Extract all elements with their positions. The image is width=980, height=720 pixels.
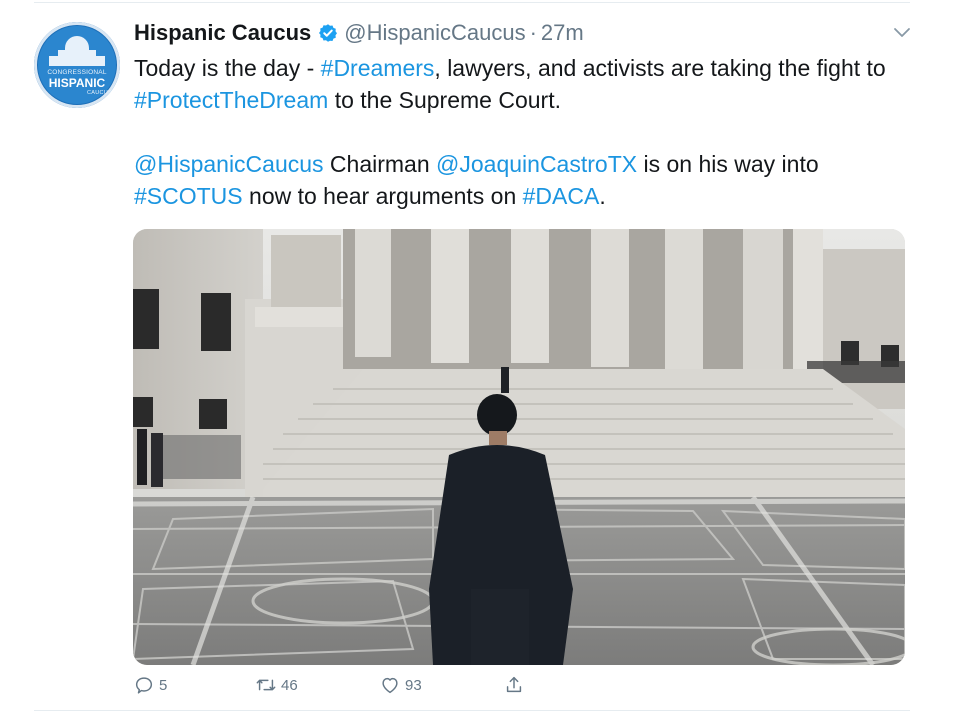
retweet-count: 46 <box>281 676 298 694</box>
tweet-paragraph: @HispanicCaucus Chairman @JoaquinCastroT… <box>134 148 914 212</box>
mention-joaquin-castro[interactable]: @JoaquinCastroTX <box>436 151 637 177</box>
timestamp[interactable]: 27m <box>541 20 584 46</box>
avatar-text-line2: HISPANIC <box>48 76 106 90</box>
share-button[interactable] <box>503 670 529 700</box>
chevron-down-icon[interactable] <box>893 26 911 40</box>
tweet-page: CONGRESSIONAL HISPANIC CAUCUS Hispanic C… <box>0 0 980 720</box>
text-segment: Chairman <box>323 151 437 177</box>
reply-button[interactable]: 5 <box>133 670 167 700</box>
mention-hispanic-caucus[interactable]: @HispanicCaucus <box>134 151 324 177</box>
divider-bottom <box>34 710 910 711</box>
tweet-body: Today is the day - #Dreamers, lawyers, a… <box>134 52 914 212</box>
display-name[interactable]: Hispanic Caucus <box>134 20 311 46</box>
text-segment: Today is the day - <box>134 55 321 81</box>
divider-top <box>34 2 910 3</box>
capitol-wing <box>49 56 105 66</box>
retweet-icon <box>256 679 276 691</box>
hashtag-protect-the-dream[interactable]: #ProtectTheDream <box>134 87 328 113</box>
avatar-text-line1: CONGRESSIONAL <box>47 69 107 76</box>
tweet-header: Hispanic Caucus @HispanicCaucus · 27m <box>134 18 584 48</box>
separator-dot: · <box>529 20 537 45</box>
hashtag-dreamers[interactable]: #Dreamers <box>321 55 435 81</box>
like-count: 93 <box>405 676 422 694</box>
share-icon <box>506 676 522 693</box>
tweet-paragraph: Today is the day - #Dreamers, lawyers, a… <box>134 52 914 116</box>
hashtag-scotus[interactable]: #SCOTUS <box>134 183 243 209</box>
user-handle[interactable]: @HispanicCaucus <box>344 20 525 46</box>
heart-icon <box>382 677 398 694</box>
supreme-court-steps-photo <box>133 229 905 665</box>
avatar-text-line3: CAUCUS <box>86 90 112 96</box>
reply-count: 5 <box>159 676 168 694</box>
text-segment: . <box>599 183 606 209</box>
text-segment: to the Supreme Court. <box>328 87 561 113</box>
reply-icon <box>135 677 153 694</box>
verified-badge-icon <box>319 24 338 42</box>
retweet-button[interactable]: 46 <box>255 670 298 700</box>
text-segment: , lawyers, and activists are taking the … <box>434 55 886 81</box>
text-segment: is on his way into <box>637 151 819 177</box>
text-segment: now to hear arguments on <box>242 183 523 209</box>
avatar[interactable]: CONGRESSIONAL HISPANIC CAUCUS <box>34 22 120 108</box>
like-button[interactable]: 93 <box>379 670 422 700</box>
hashtag-daca[interactable]: #DACA <box>523 183 600 209</box>
tweet-photo[interactable] <box>133 229 905 665</box>
